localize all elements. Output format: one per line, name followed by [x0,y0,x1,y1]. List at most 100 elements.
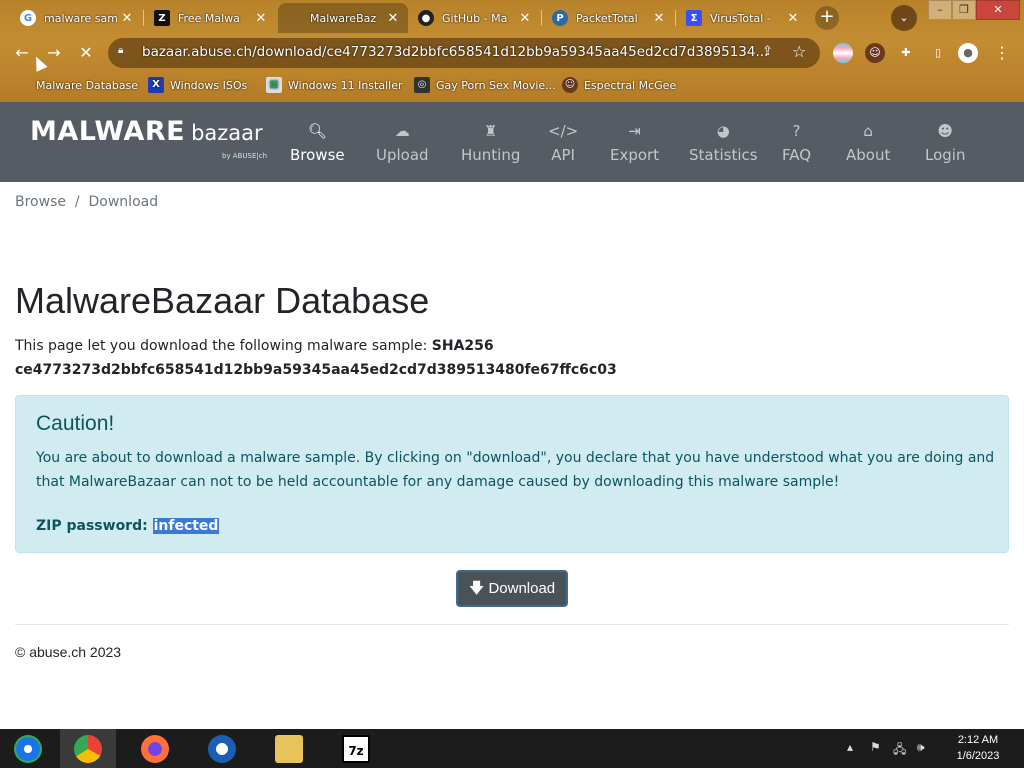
tab-virustotal[interactable]: Σ VirusTotal - ✕ [678,3,808,33]
back-button[interactable]: ← [12,44,32,64]
app-icon [208,734,236,763]
avatar-icon: ☺ [562,77,578,93]
nav-login[interactable]: ☻ Login [925,120,965,164]
profile-icon[interactable]: ● [958,43,978,63]
bookmark-site[interactable]: ◎ Gay Porn Sex Movie... [414,75,556,95]
bookmark-espectral-mcgee[interactable]: ☺ Espectral McGee [562,75,676,95]
firefox-icon [141,734,169,763]
nav-export[interactable]: ⇥ Export [610,120,659,164]
taskbar-firefox[interactable] [127,729,183,768]
page-title: MalwareBazaar Database [15,280,430,321]
taskbar-7zip[interactable]: 7z [328,729,384,768]
taskbar-app[interactable] [194,729,250,768]
side-panel-icon[interactable]: ▯ [928,43,948,63]
bookmark-windows-isos[interactable]: X Windows ISOs [148,75,247,95]
nav-browse[interactable]: 🔍︎ Browse [290,120,345,164]
building-icon: ⌂ [863,122,873,140]
code-icon: </> [548,122,579,140]
intro-text: This page let you download the following… [15,338,617,378]
nav-api[interactable]: </> API [548,120,578,164]
bookmark-malware-database[interactable]: Malware Database [14,75,138,95]
tab-malwarebazaar[interactable]: MalwareBaz ✕ [278,3,408,33]
google-icon: G [20,10,36,26]
network-icon[interactable]: 🖧 [893,740,906,761]
bookmark-star-icon[interactable]: ☆ [792,42,806,61]
window-close-button[interactable]: ✕ [976,0,1020,20]
site-navbar: MALWARE bazaar by ABUSE|ch 🔍︎ Browse ☁ Up… [0,102,1024,182]
zeltser-icon: Z [154,10,170,26]
sha256-hash: ce4773273d2bbfc658541d12bb9a59345aa45ed2… [15,362,617,378]
bookmark-windows-11-installer[interactable]: ▦ Windows 11 Installer [266,75,403,95]
tab-github[interactable]: ● GitHub - Ma ✕ [410,3,540,33]
tab-free-malware[interactable]: Z Free Malwa ✕ [146,3,276,33]
file-export-icon: ⇥ [628,122,641,140]
breadcrumb: Browse / Download [15,194,159,210]
minimize-button[interactable]: – [928,0,952,20]
tab-search-button[interactable]: ⌄ [891,5,917,31]
tab-packettotal[interactable]: P PacketTotal ✕ [544,3,674,33]
bookmarks-bar: Malware Database X Windows ISOs ▦ Window… [0,72,1024,98]
x-icon: X [148,77,164,93]
nav-about[interactable]: ⌂ About [846,120,890,164]
flag-icon[interactable]: ⚑ [870,740,881,754]
system-clock[interactable]: 2:12 AM 1/6/2023 [946,732,1010,764]
divider [15,624,1009,625]
maximize-button[interactable]: ❐ [952,0,976,20]
nav-statistics[interactable]: ◕ Statistics [689,120,758,164]
breadcrumb-browse[interactable]: Browse [15,194,66,210]
7zip-icon: 7z [342,734,370,763]
zip-password-value[interactable]: infected [152,518,220,534]
extension-flag-icon[interactable] [833,43,853,63]
download-icon: 🡇 [468,580,485,597]
breadcrumb-current: Download [88,194,159,210]
site-logo[interactable]: MALWARE bazaar by ABUSE|ch [30,116,267,160]
lock-icon: 🔒︎ [118,45,124,56]
chrome-icon [74,734,102,763]
extensions-puzzle-icon[interactable]: ✚ [896,43,916,63]
bookmark-icon [14,77,30,93]
close-icon[interactable]: ✕ [650,11,668,26]
download-button[interactable]: 🡇 Download [456,570,568,607]
installer-icon: ▦ [266,77,282,93]
tab-google-search[interactable]: G malware sam ✕ [12,3,142,33]
virustotal-icon: Σ [686,10,702,26]
tab-strip: G malware sam ✕ Z Free Malwa ✕ MalwareBa… [0,0,1024,35]
tray-expand-icon[interactable]: ▴ [847,740,853,754]
hash-label: SHA256 [431,338,494,354]
start-button[interactable] [0,729,56,768]
forward-button[interactable]: → [44,44,64,64]
close-icon[interactable]: ✕ [384,11,402,26]
taskbar-file-explorer[interactable] [261,729,317,768]
browser-chrome: G malware sam ✕ Z Free Malwa ✕ MalwareBa… [0,0,1024,102]
new-tab-button[interactable]: + [815,6,839,30]
packettotal-icon: P [552,10,568,26]
share-icon[interactable]: ⇪ [762,44,773,59]
alert-title: Caution! [36,412,115,435]
close-icon[interactable]: ✕ [252,11,270,26]
github-icon: ● [418,10,434,26]
footer-copyright: © abuse.ch 2023 [15,644,122,660]
nav-faq[interactable]: ? FAQ [782,120,811,164]
stop-button[interactable]: ✕ [76,44,96,64]
close-icon[interactable]: ✕ [784,11,802,26]
caution-alert: Caution! You are about to download a mal… [15,395,1009,553]
folder-icon [275,734,303,763]
bookmark-site-icon: ◎ [414,77,430,93]
question-icon: ? [792,122,801,140]
volume-icon[interactable]: 🕪 [917,740,925,755]
close-icon[interactable]: ✕ [118,11,136,26]
cloud-upload-icon: ☁ [394,122,410,140]
close-icon[interactable]: ✕ [516,11,534,26]
alert-message: You are about to download a malware samp… [36,450,995,490]
taskbar-chrome[interactable] [60,729,116,768]
nav-upload[interactable]: ☁ Upload [376,120,429,164]
extension-avatar-icon[interactable]: ☺ [865,43,885,63]
nav-hunting[interactable]: ♜ Hunting [461,120,520,164]
search-icon: 🔍︎ [307,122,327,140]
windows-start-icon [14,734,42,763]
menu-icon[interactable]: ⋮ [992,43,1012,63]
chess-rook-icon: ♜ [483,122,498,140]
user-icon: ☻ [937,122,954,140]
zip-password: ZIP password: infected [36,518,220,534]
address-bar[interactable]: 🔒︎ bazaar.abuse.ch/download/ce4773273d2b… [108,38,820,68]
